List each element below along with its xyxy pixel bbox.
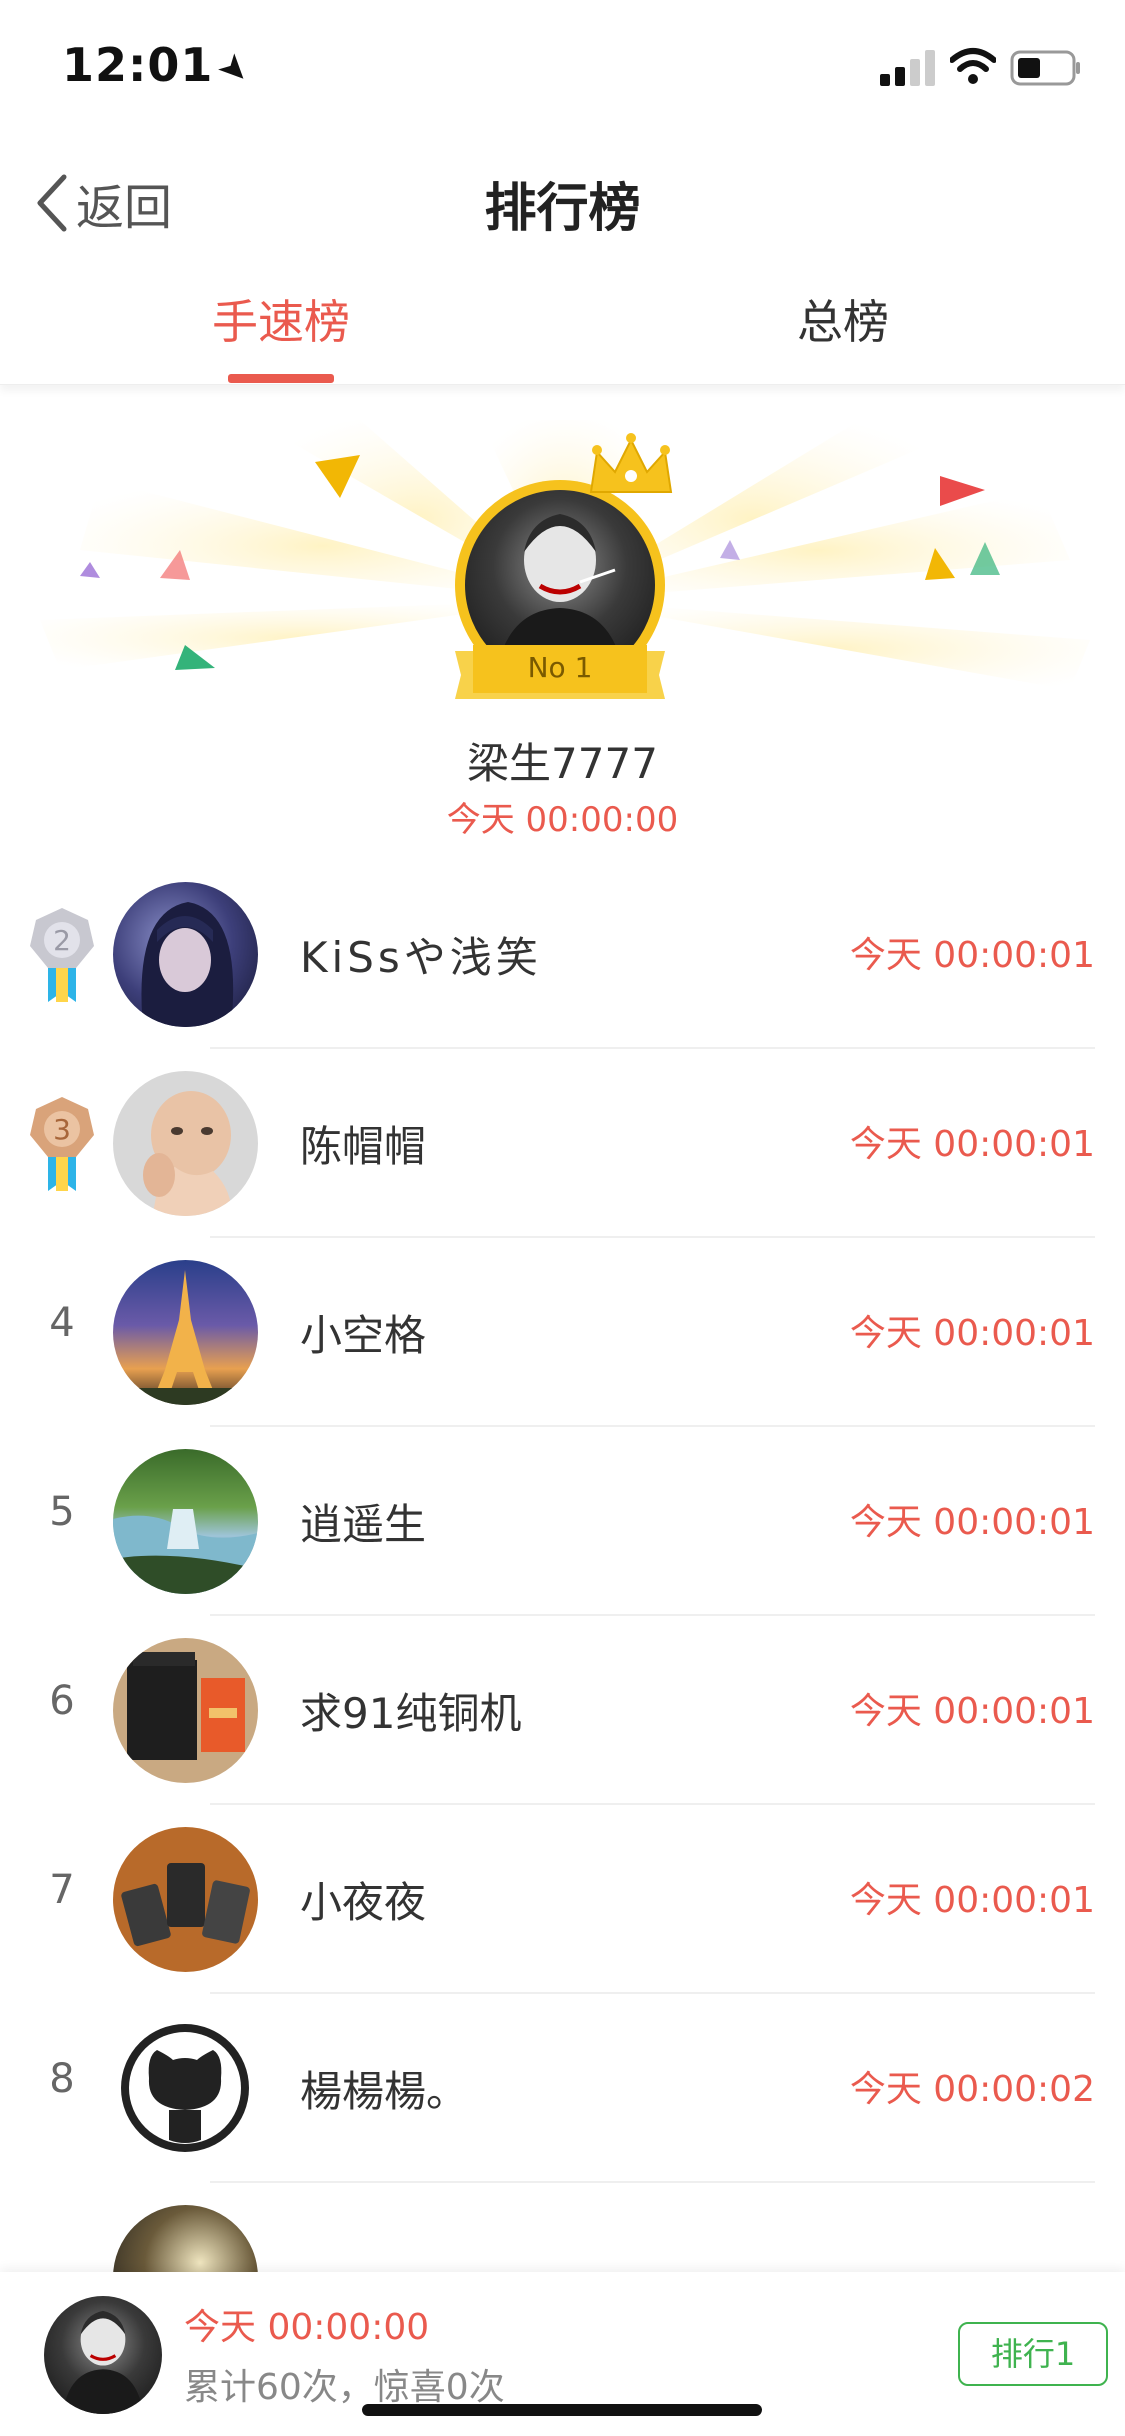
avatar[interactable]: [113, 882, 258, 1027]
joker-figure-icon: [62, 2310, 144, 2414]
cellular-signal-icon: [880, 50, 935, 86]
medal-rank: 2: [53, 924, 71, 957]
list-item[interactable]: 8 楊楊楊。 今天 00:00:02: [0, 1994, 1125, 2183]
status-time-text: 12:01: [62, 38, 214, 92]
lighter-box-photo-icon: [127, 1652, 245, 1760]
avatar[interactable]: [113, 1260, 258, 1405]
wifi-icon: [950, 48, 996, 84]
avatar[interactable]: [113, 1071, 258, 1216]
user-name: 楊楊楊。: [300, 2067, 469, 2116]
user-time: 今天 00:00:01: [849, 1124, 1095, 1165]
status-time: 12:01➤: [62, 38, 261, 95]
battery-icon: [1010, 50, 1080, 86]
user-time: 今天 00:00:01: [849, 935, 1095, 976]
rank-number: 4: [49, 1300, 75, 1346]
baby-photo-icon: [143, 1091, 232, 1216]
user-name: 逍遥生: [300, 1500, 427, 1549]
anime-portrait-icon: [141, 902, 234, 1027]
champion-section: No 1 梁生7777 今天 00:00:00: [0, 400, 1125, 860]
user-name: 求91纯铜机: [300, 1689, 522, 1738]
rank-number: 8: [49, 2056, 75, 2102]
rank-number: 5: [49, 1489, 75, 1535]
user-name: 陈帽帽: [300, 1122, 427, 1171]
nav-bar: 返回 排行榜: [0, 140, 1125, 260]
champion-name: 梁生7777: [467, 739, 658, 788]
user-time: 今天 00:00:01: [849, 1313, 1095, 1354]
rank-number: 6: [49, 1678, 75, 1724]
champion-time: 今天 00:00:00: [446, 800, 679, 840]
my-rank-button[interactable]: 排行1: [958, 2322, 1108, 2386]
tab-bar: 手速榜 总榜: [0, 262, 1125, 385]
list-item[interactable]: 5 逍遥生 今天 00:00:01: [0, 1427, 1125, 1616]
user-time: 今天 00:00:01: [849, 1502, 1095, 1543]
ranking-list: 2 KiSsや浅笑 今天 00:00:01 3 陈帽帽 今天 00:00:01 …: [0, 860, 1125, 2372]
avatar[interactable]: [113, 1638, 258, 1783]
medal-rank: 3: [53, 1113, 71, 1146]
list-item[interactable]: 6 求91纯铜机 今天 00:00:01: [0, 1616, 1125, 1805]
list-item[interactable]: 2 KiSsや浅笑 今天 00:00:01: [0, 860, 1125, 1049]
lighters-photo-icon: [121, 1863, 250, 1947]
user-time: 今天 00:00:02: [849, 2069, 1095, 2110]
tab-speed-ranking[interactable]: 手速榜: [212, 286, 350, 352]
list-item[interactable]: 3 陈帽帽 今天 00:00:01: [0, 1049, 1125, 1238]
list-item[interactable]: 7 小夜夜 今天 00:00:01: [0, 1805, 1125, 1994]
rank-number: 7: [49, 1867, 75, 1913]
active-tab-indicator: [228, 374, 334, 383]
status-bar: 12:01➤: [0, 0, 1125, 130]
user-time: 今天 00:00:01: [849, 1691, 1095, 1732]
user-name: 小夜夜: [300, 1878, 427, 1927]
bronze-medal-icon: 3: [30, 1097, 94, 1191]
my-avatar[interactable]: [44, 2296, 162, 2414]
github-octocat-icon: [121, 2024, 249, 2152]
avatar[interactable]: [113, 1449, 258, 1594]
location-arrow-icon: ➤: [209, 43, 261, 96]
eiffel-tower-icon: [113, 1270, 258, 1405]
my-stats: 累计60次，惊喜0次: [184, 2367, 505, 2408]
waterfall-landscape-icon: [113, 1509, 258, 1594]
tab-total-ranking[interactable]: 总榜: [797, 286, 889, 352]
silver-medal-icon: 2: [30, 908, 94, 1002]
user-name: KiSsや浅笑: [300, 933, 542, 982]
crown-icon: [589, 433, 673, 493]
avatar[interactable]: [113, 2016, 258, 2161]
home-indicator: [362, 2404, 762, 2416]
my-best-time: 今天 00:00:00: [184, 2307, 430, 2348]
user-time: 今天 00:00:01: [849, 1880, 1095, 1921]
champion-badge-label: No 1: [527, 651, 593, 684]
user-name: 小空格: [300, 1311, 427, 1360]
page-title: 排行榜: [484, 179, 641, 239]
list-item[interactable]: 4 小空格 今天 00:00:01: [0, 1238, 1125, 1427]
avatar[interactable]: [113, 1827, 258, 1972]
